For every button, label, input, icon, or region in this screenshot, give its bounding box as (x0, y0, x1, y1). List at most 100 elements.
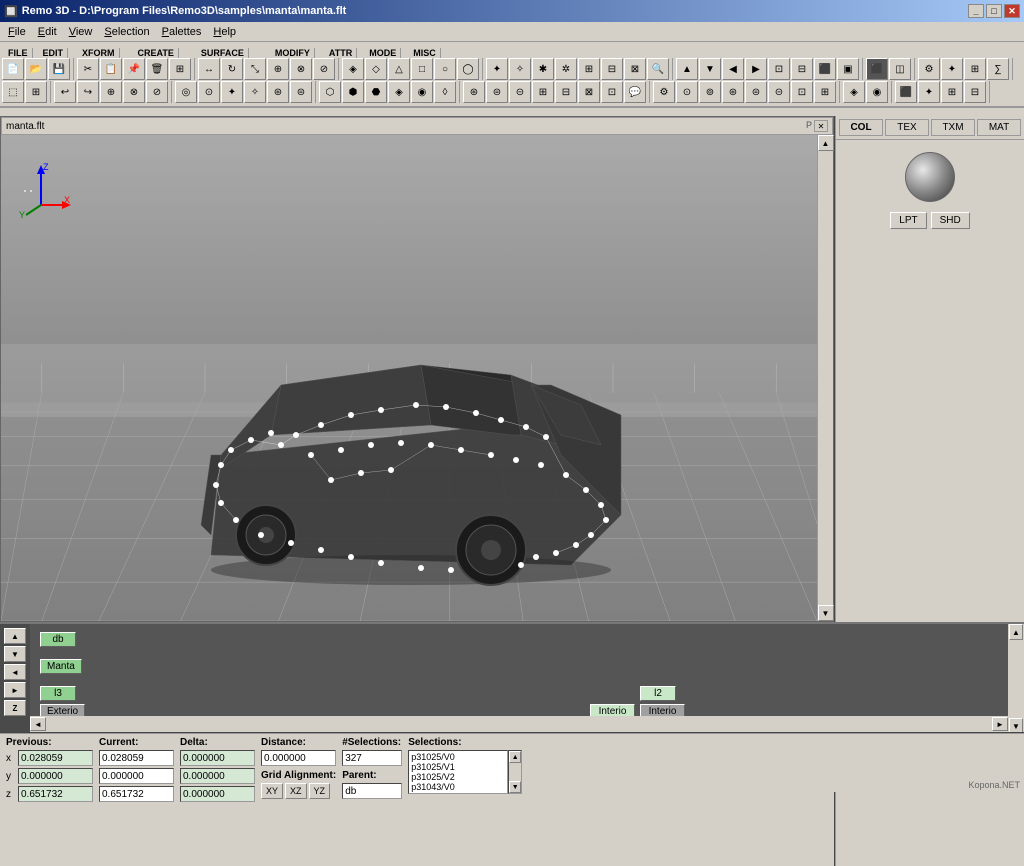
mode-btn1[interactable]: ⬛ (866, 58, 888, 80)
mod-btn1[interactable]: ▲ (676, 58, 698, 80)
create2-btn4[interactable]: ◈ (388, 81, 410, 103)
rotate-button[interactable]: ↻ (221, 58, 243, 80)
mod2-btn1[interactable]: ⚙ (653, 81, 675, 103)
copy-button[interactable]: 📋 (100, 58, 122, 80)
misc-btn4[interactable]: ∑ (987, 58, 1009, 80)
tab-col[interactable]: COL (839, 119, 883, 136)
menu-file[interactable]: File (2, 25, 32, 39)
surf-btn5[interactable]: ⊞ (578, 58, 600, 80)
minimize-button[interactable]: _ (968, 4, 984, 18)
undo-button[interactable]: ↩ (54, 81, 76, 103)
surf2-btn2[interactable]: ⊜ (486, 81, 508, 103)
z-previous-input[interactable] (18, 786, 93, 802)
tab-tex[interactable]: TEX (885, 119, 929, 136)
menu-selection[interactable]: Selection (98, 25, 155, 39)
viewport-close-button[interactable]: ✕ (814, 120, 828, 132)
create-btn3[interactable]: △ (388, 58, 410, 80)
delete-button[interactable]: 🗑 (146, 58, 168, 80)
new-button[interactable]: 📄 (2, 58, 24, 80)
misc2-btn3[interactable]: ⊞ (941, 81, 963, 103)
nav-down[interactable]: ▼ (4, 646, 26, 662)
hscroll-right[interactable]: ► (992, 717, 1008, 731)
grid-xy-button[interactable]: XY (261, 783, 283, 799)
x-previous-input[interactable] (18, 750, 93, 766)
mod2-btn4[interactable]: ⊛ (722, 81, 744, 103)
create2-btn3[interactable]: ⬣ (365, 81, 387, 103)
mod-btn4[interactable]: ▶ (745, 58, 767, 80)
selection-item-1[interactable]: p31025/V0 (410, 752, 506, 762)
misc2-btn4[interactable]: ⊟ (964, 81, 986, 103)
create2-btn2[interactable]: ⬢ (342, 81, 364, 103)
misc-btn2[interactable]: ✦ (941, 58, 963, 80)
file2-btn1[interactable]: ⬚ (2, 81, 24, 103)
misc-btn3[interactable]: ⊞ (964, 58, 986, 80)
mode-btn2[interactable]: ◫ (889, 58, 911, 80)
paste-button[interactable]: 📌 (123, 58, 145, 80)
redo-button[interactable]: ↪ (77, 81, 99, 103)
xform2-btn1[interactable]: ◎ (175, 81, 197, 103)
x-delta-input[interactable] (180, 750, 255, 766)
open-button[interactable]: 📂 (25, 58, 47, 80)
mod-btn3[interactable]: ◀ (722, 58, 744, 80)
selections-listbox[interactable]: p31025/V0 p31025/V1 p31025/V2 p31043/V0 (408, 750, 508, 794)
mod2-btn5[interactable]: ⊜ (745, 81, 767, 103)
xform-btn4[interactable]: ⊕ (267, 58, 289, 80)
selection-item-3[interactable]: p31025/V2 (410, 772, 506, 782)
surf-btn6[interactable]: ⊟ (601, 58, 623, 80)
bottom-hscroll[interactable]: ◄ ► (30, 716, 1008, 732)
mod-btn2[interactable]: ▼ (699, 58, 721, 80)
tree-node-l2[interactable]: l2 (640, 686, 676, 701)
save-button[interactable]: 💾 (48, 58, 70, 80)
tab-mat[interactable]: MAT (977, 119, 1021, 136)
lpt-button[interactable]: LPT (890, 212, 926, 229)
menu-palettes[interactable]: Palettes (156, 25, 208, 39)
scroll-up-button[interactable]: ▲ (818, 135, 834, 151)
y-previous-input[interactable] (18, 768, 93, 784)
create2-btn1[interactable]: ⬡ (319, 81, 341, 103)
vscroll-up[interactable]: ▲ (1009, 624, 1023, 640)
surf2-btn7[interactable]: ⊡ (601, 81, 623, 103)
z-current-input[interactable] (99, 786, 174, 802)
mod-btn6[interactable]: ⊟ (791, 58, 813, 80)
mode2-btn1[interactable]: ◈ (843, 81, 865, 103)
menu-view[interactable]: View (63, 25, 99, 39)
mod2-btn6[interactable]: ⊝ (768, 81, 790, 103)
maximize-button[interactable]: □ (986, 4, 1002, 18)
attr2-btn1[interactable]: ⊡ (791, 81, 813, 103)
create2-btn6[interactable]: ◊ (434, 81, 456, 103)
nav-z[interactable]: Z (4, 700, 26, 716)
surf2-btn3[interactable]: ⊝ (509, 81, 531, 103)
num-selections-input[interactable] (342, 750, 402, 766)
attr2-btn2[interactable]: ⊞ (814, 81, 836, 103)
menu-help[interactable]: Help (207, 25, 242, 39)
edit2-btn4[interactable]: ⊗ (123, 81, 145, 103)
surf-btn4[interactable]: ✲ (555, 58, 577, 80)
edit-btn5[interactable]: ⊞ (169, 58, 191, 80)
x-current-input[interactable] (99, 750, 174, 766)
mode2-btn2[interactable]: ◉ (866, 81, 888, 103)
shd-button[interactable]: SHD (931, 212, 970, 229)
create-btn2[interactable]: ◇ (365, 58, 387, 80)
file2-btn2[interactable]: ⊞ (25, 81, 47, 103)
xform2-btn4[interactable]: ✧ (244, 81, 266, 103)
parent-input[interactable] (342, 783, 402, 799)
tree-node-db[interactable]: db (40, 632, 76, 647)
selection-item-2[interactable]: p31025/V1 (410, 762, 506, 772)
surf-btn1[interactable]: ✦ (486, 58, 508, 80)
nav-right[interactable]: ► (4, 682, 26, 698)
create-btn5[interactable]: ○ (434, 58, 456, 80)
bottom-vscroll[interactable]: ▲ ▼ (1008, 624, 1024, 734)
scroll-down-button[interactable]: ▼ (818, 605, 834, 621)
distance-input[interactable] (261, 750, 336, 766)
scale-button[interactable]: ⤡ (244, 58, 266, 80)
cut-button[interactable]: ✂ (77, 58, 99, 80)
surf-btn3[interactable]: ✱ (532, 58, 554, 80)
list-scroll-down[interactable]: ▼ (509, 781, 521, 793)
hscroll-left[interactable]: ◄ (30, 717, 46, 731)
xform2-btn3[interactable]: ✦ (221, 81, 243, 103)
surf-btn8[interactable]: 🔍 (647, 58, 669, 80)
viewport-scrollbar[interactable]: ▲ ▼ (817, 135, 833, 621)
tab-txm[interactable]: TXM (931, 119, 975, 136)
xform-btn5[interactable]: ⊗ (290, 58, 312, 80)
selection-item-4[interactable]: p31043/V0 (410, 782, 506, 792)
